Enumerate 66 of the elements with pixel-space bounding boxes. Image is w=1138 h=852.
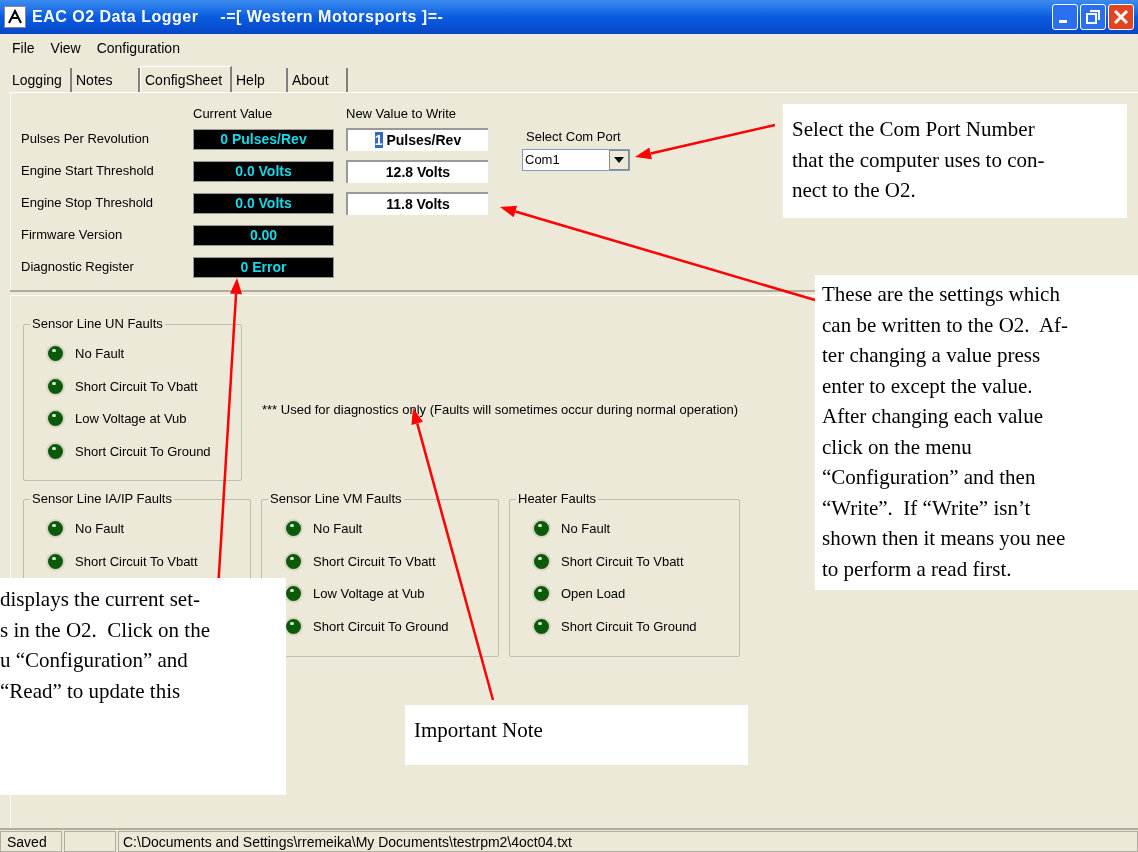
column-header: Current Value: [193, 104, 274, 123]
led-indicator-icon: [46, 441, 65, 461]
com-port-label: Select Com Port: [526, 128, 622, 146]
fault-label: Short Circuit To Ground: [561, 617, 697, 636]
file-path-text: C:\Documents and Settings\rremeika\My Documents\testrpm2\4oct04.txt: [118, 831, 1138, 852]
restore-icon: [1086, 10, 1100, 24]
led-indicator-icon: [284, 519, 303, 539]
fault-label: Short Circuit To Vbatt: [75, 552, 198, 571]
minimize-button[interactable]: [1052, 4, 1078, 30]
annotation-callout: Select the Com Port Number that the computer uses to con- nect to the O2.: [783, 104, 1127, 218]
led-indicator-icon: [532, 519, 551, 539]
diagnostics-note: *** Used for diagnostics only (Faults will sometimes occur during normal operation): [262, 401, 739, 419]
fault-label: No Fault: [313, 520, 363, 538]
current-value-display: 0 Error: [193, 256, 334, 278]
window-title: EAC O2 Data Logger: [32, 7, 199, 27]
setting-label: Firmware Version: [21, 226, 124, 245]
status-text: Saved: [0, 831, 62, 852]
tab[interactable]: Logging: [8, 68, 72, 92]
led-indicator-icon: [46, 551, 65, 571]
fault-label: Short Circuit To Ground: [75, 442, 211, 461]
current-value-display: 0.00: [193, 224, 334, 246]
tab[interactable]: About: [288, 68, 348, 92]
tab[interactable]: ConfigSheet: [140, 66, 232, 93]
value-input-field[interactable]: 12.8 Volts: [346, 159, 488, 183]
led-indicator-icon: [284, 551, 303, 571]
fault-label: No Fault: [75, 345, 125, 363]
fault-label: Short Circuit To Ground: [313, 617, 449, 636]
column-header: New Value to Write: [346, 104, 458, 123]
led-indicator-icon: [46, 344, 65, 364]
annotation-callout: These are the settings which can be written to the O2. Af- ter changing a value press enter to except the value. After changing each value click on the menu “Configuration” and then “Write”. If “Write” isn’t shown then it means you nee to perform a read first.: [815, 275, 1138, 590]
current-value-display: 0 Pulses/Rev: [193, 128, 334, 150]
fault-label: No Fault: [561, 520, 611, 538]
current-value-display: 0.0 Volts: [193, 192, 334, 214]
fault-label: Low Voltage at Vub: [75, 410, 187, 428]
annotation-callout: displays the current set- s in the O2. Click on the u “Configuration” and “Read” to update this: [0, 578, 286, 795]
setting-label: Diagnostic Register: [21, 258, 135, 277]
current-value-display: 0.0 Volts: [193, 160, 334, 182]
tab[interactable]: Help: [232, 68, 288, 92]
fault-label: Low Voltage at Vub: [313, 585, 425, 603]
led-indicator-icon: [46, 519, 65, 539]
led-indicator-icon: [46, 409, 65, 429]
value-input-field[interactable]: 11.8 Volts: [346, 191, 488, 215]
minimize-icon: [1059, 20, 1067, 23]
fault-label: Short Circuit To Vbatt: [75, 377, 198, 396]
led-indicator-icon: [532, 616, 551, 636]
setting-label: Pulses Per Revolution: [21, 130, 150, 149]
menu-item[interactable]: Configuration: [96, 37, 180, 59]
menu-item[interactable]: View: [50, 37, 81, 59]
restore-button[interactable]: [1080, 4, 1106, 30]
close-icon: [1113, 9, 1129, 25]
value-input-field[interactable]: 1 Pulses/Rev: [346, 127, 488, 151]
fault-label: Short Circuit To Vbatt: [561, 552, 684, 571]
setting-label: Engine Stop Threshold: [21, 194, 155, 213]
led-indicator-icon: [532, 584, 551, 604]
com-port-dropdown[interactable]: Com1: [522, 148, 630, 171]
fault-label: Short Circuit To Vbatt: [313, 552, 436, 571]
fault-label: No Fault: [75, 520, 125, 538]
fault-label: Open Load: [561, 585, 626, 603]
annotation-callout: Important Note: [405, 705, 748, 765]
setting-label: Engine Start Threshold: [21, 162, 155, 181]
window-subtitle: -=[ Western Motorsports ]=-: [220, 7, 444, 27]
led-indicator-icon: [532, 551, 551, 571]
menu-item[interactable]: File: [12, 37, 35, 59]
led-indicator-icon: [46, 376, 65, 396]
close-button[interactable]: [1108, 4, 1134, 30]
app-logo-icon: [4, 6, 26, 28]
